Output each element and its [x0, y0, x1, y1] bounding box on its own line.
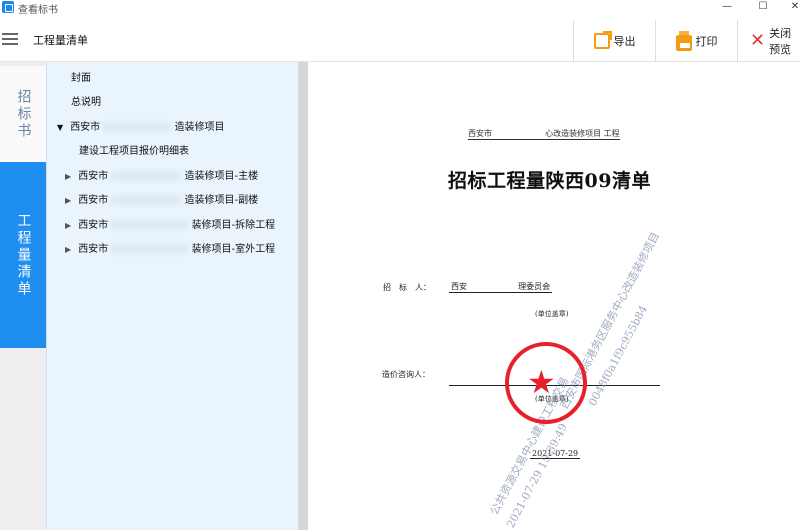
project-name-part: 工程	[603, 129, 620, 138]
tree-item-label: 造装修项目-主楼	[184, 171, 259, 182]
redacted-text	[111, 171, 182, 181]
tree-item-label: 封面	[71, 73, 91, 84]
redacted-text	[111, 195, 182, 205]
expanded-arrow-icon[interactable]: ▼	[57, 123, 67, 132]
tree-item-label: 装修项目-室外工程	[191, 244, 276, 255]
tree-item-label: 西安市	[78, 171, 109, 182]
tree-item-overview[interactable]: 总说明	[71, 93, 101, 108]
title-bar: 查看标书 — ☐ ✕	[0, 0, 800, 16]
hamburger-menu-icon[interactable]	[2, 33, 18, 45]
redacted-text	[111, 220, 189, 230]
tree-item-label: 造装修项目	[174, 122, 225, 133]
document-preview: 西安市 心改造装修项目 工程 招标工程量陕西09清单 招 标 人： 西安 理委员…	[308, 62, 800, 530]
tenderer-label: 招 标 人：	[383, 283, 431, 292]
tree-item-label: 西安市	[70, 122, 101, 133]
tab-tender-book[interactable]: 招标书	[0, 66, 46, 162]
tenderer-value: 西安 理委员会	[449, 281, 553, 293]
redacted-text	[103, 122, 172, 132]
tree-item-annex-building[interactable]: ▶ 西安市 造装修项目-副楼	[65, 191, 258, 206]
tree-item-cover[interactable]: 封面	[71, 69, 91, 84]
collapsed-arrow-icon[interactable]: ▶	[65, 245, 75, 254]
tree-item-main-building[interactable]: ▶ 西安市 造装修项目-主楼	[65, 167, 258, 182]
project-name-part: 西安市	[468, 129, 492, 138]
tab-tender-book-label: 招标书	[15, 88, 32, 140]
seal-star-icon: ★	[527, 363, 556, 401]
minimize-button[interactable]: —	[712, 0, 742, 14]
tab-bill-of-quantities[interactable]: 工程量清单	[0, 162, 46, 348]
tree-item-label: 西安市	[78, 220, 109, 231]
tree-item-detail-table[interactable]: 建设工程项目报价明细表	[79, 142, 189, 157]
document-tree: 封面 总说明 ▼ 西安市 造装修项目 建设工程项目报价明细表 ▶ 西安市 造装修…	[46, 62, 298, 530]
export-icon	[593, 31, 612, 49]
official-seal: ★	[505, 342, 587, 424]
toolbar: 工程量清单 导出 打印 ✕ 关闭预览	[0, 20, 800, 62]
close-preview-button[interactable]: ✕ 关闭预览	[737, 20, 800, 62]
export-button[interactable]: 导出	[573, 20, 655, 62]
project-name-line: 西安市 心改造装修项目 工程	[468, 128, 620, 140]
tree-item-label: 西安市	[78, 195, 109, 206]
tree-item-label: 装修项目-拆除工程	[191, 220, 276, 231]
tree-item-outdoor[interactable]: ▶ 西安市 装修项目-室外工程	[65, 240, 275, 255]
window-close-button[interactable]: ✕	[780, 0, 800, 14]
redacted-text	[111, 244, 189, 254]
print-label: 打印	[695, 35, 718, 48]
window-title: 查看标书	[18, 5, 58, 16]
tab-bill-label: 工程量清单	[15, 212, 32, 298]
splitter[interactable]	[298, 62, 308, 530]
page-title: 工程量清单	[33, 34, 88, 47]
tree-item-label: 西安市	[78, 244, 109, 255]
tenderer-seal-note: (单位盖章)	[535, 310, 569, 318]
collapsed-arrow-icon[interactable]: ▶	[65, 172, 75, 181]
tree-item-root[interactable]: ▼ 西安市 造装修项目	[57, 118, 225, 133]
collapsed-arrow-icon[interactable]: ▶	[65, 196, 75, 205]
collapsed-arrow-icon[interactable]: ▶	[65, 221, 75, 230]
maximize-button[interactable]: ☐	[748, 0, 778, 14]
close-icon: ✕	[750, 30, 766, 51]
tree-item-demolition[interactable]: ▶ 西安市 装修项目-拆除工程	[65, 216, 275, 231]
consultant-label: 造价咨询人：	[382, 370, 430, 379]
project-name-part: 心改造装修项目	[545, 129, 602, 138]
tree-item-label: 建设工程项目报价明细表	[79, 146, 189, 157]
tree-item-label: 造装修项目-副楼	[184, 195, 259, 206]
print-button[interactable]: 打印	[655, 20, 737, 62]
document-title: 招标工程量陕西09清单	[448, 170, 651, 192]
print-icon	[675, 30, 692, 51]
close-preview-label: 关闭预览	[769, 27, 792, 56]
tenderer-part: 理委员会	[518, 282, 551, 291]
tenderer-part: 西安	[451, 282, 467, 291]
tree-item-label: 总说明	[71, 97, 101, 108]
vertical-tabs: 招标书 工程量清单	[0, 62, 46, 530]
export-label: 导出	[613, 35, 636, 48]
app-icon	[2, 1, 14, 13]
